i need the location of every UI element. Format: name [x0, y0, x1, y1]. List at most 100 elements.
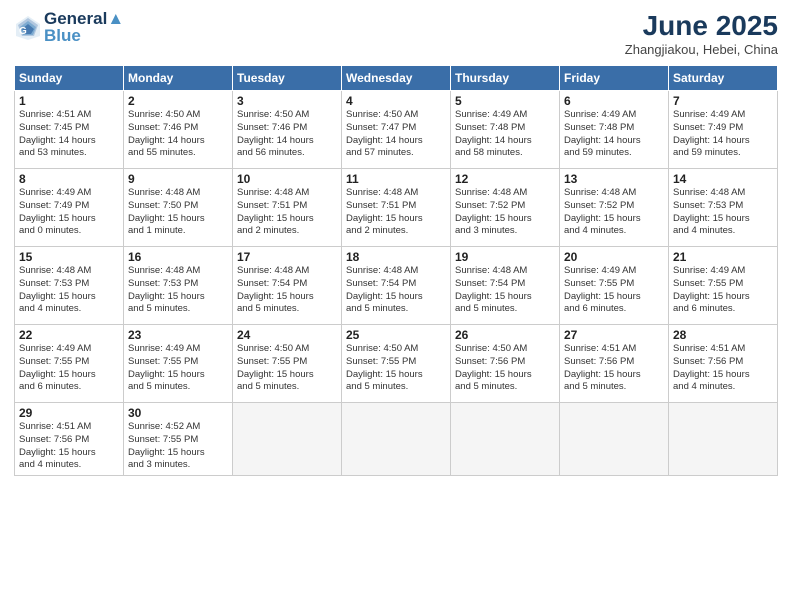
col-saturday: Saturday	[669, 66, 778, 91]
day-number: 26	[455, 328, 555, 342]
day-number: 12	[455, 172, 555, 186]
cell-info: Sunrise: 4:51 AMSunset: 7:56 PMDaylight:…	[673, 343, 750, 392]
page: G General▲ Blue June 2025 Zhangjiakou, H…	[0, 0, 792, 612]
location: Zhangjiakou, Hebei, China	[625, 42, 778, 57]
table-row: 23Sunrise: 4:49 AMSunset: 7:55 PMDayligh…	[124, 325, 233, 403]
day-number: 1	[19, 94, 119, 108]
col-wednesday: Wednesday	[342, 66, 451, 91]
cell-info: Sunrise: 4:49 AMSunset: 7:48 PMDaylight:…	[455, 109, 532, 158]
title-block: June 2025 Zhangjiakou, Hebei, China	[625, 10, 778, 57]
calendar-row: 1Sunrise: 4:51 AMSunset: 7:45 PMDaylight…	[15, 91, 778, 169]
day-number: 13	[564, 172, 664, 186]
table-row: 19Sunrise: 4:48 AMSunset: 7:54 PMDayligh…	[451, 247, 560, 325]
header: G General▲ Blue June 2025 Zhangjiakou, H…	[14, 10, 778, 57]
day-number: 17	[237, 250, 337, 264]
calendar-row: 22Sunrise: 4:49 AMSunset: 7:55 PMDayligh…	[15, 325, 778, 403]
cell-info: Sunrise: 4:49 AMSunset: 7:55 PMDaylight:…	[19, 343, 96, 392]
table-row: 16Sunrise: 4:48 AMSunset: 7:53 PMDayligh…	[124, 247, 233, 325]
logo-icon: G	[14, 14, 42, 42]
cell-info: Sunrise: 4:48 AMSunset: 7:53 PMDaylight:…	[128, 265, 205, 314]
table-row: 17Sunrise: 4:48 AMSunset: 7:54 PMDayligh…	[233, 247, 342, 325]
cell-info: Sunrise: 4:49 AMSunset: 7:49 PMDaylight:…	[19, 187, 96, 236]
cell-info: Sunrise: 4:48 AMSunset: 7:50 PMDaylight:…	[128, 187, 205, 236]
table-row: 1Sunrise: 4:51 AMSunset: 7:45 PMDaylight…	[15, 91, 124, 169]
col-sunday: Sunday	[15, 66, 124, 91]
table-row: 25Sunrise: 4:50 AMSunset: 7:55 PMDayligh…	[342, 325, 451, 403]
month-title: June 2025	[625, 10, 778, 42]
table-row	[342, 403, 451, 476]
table-row: 5Sunrise: 4:49 AMSunset: 7:48 PMDaylight…	[451, 91, 560, 169]
day-number: 29	[19, 406, 119, 420]
logo-text: General▲ Blue	[44, 10, 124, 45]
table-row: 13Sunrise: 4:48 AMSunset: 7:52 PMDayligh…	[560, 169, 669, 247]
cell-info: Sunrise: 4:48 AMSunset: 7:51 PMDaylight:…	[346, 187, 423, 236]
table-row: 4Sunrise: 4:50 AMSunset: 7:47 PMDaylight…	[342, 91, 451, 169]
calendar-row: 29Sunrise: 4:51 AMSunset: 7:56 PMDayligh…	[15, 403, 778, 476]
cell-info: Sunrise: 4:52 AMSunset: 7:55 PMDaylight:…	[128, 421, 205, 470]
col-monday: Monday	[124, 66, 233, 91]
table-row	[451, 403, 560, 476]
calendar-row: 8Sunrise: 4:49 AMSunset: 7:49 PMDaylight…	[15, 169, 778, 247]
table-row: 8Sunrise: 4:49 AMSunset: 7:49 PMDaylight…	[15, 169, 124, 247]
cell-info: Sunrise: 4:51 AMSunset: 7:45 PMDaylight:…	[19, 109, 96, 158]
cell-info: Sunrise: 4:50 AMSunset: 7:46 PMDaylight:…	[128, 109, 205, 158]
cell-info: Sunrise: 4:48 AMSunset: 7:54 PMDaylight:…	[346, 265, 423, 314]
day-number: 2	[128, 94, 228, 108]
table-row: 24Sunrise: 4:50 AMSunset: 7:55 PMDayligh…	[233, 325, 342, 403]
cell-info: Sunrise: 4:48 AMSunset: 7:53 PMDaylight:…	[673, 187, 750, 236]
col-thursday: Thursday	[451, 66, 560, 91]
day-number: 22	[19, 328, 119, 342]
table-row: 3Sunrise: 4:50 AMSunset: 7:46 PMDaylight…	[233, 91, 342, 169]
table-row: 6Sunrise: 4:49 AMSunset: 7:48 PMDaylight…	[560, 91, 669, 169]
table-row: 28Sunrise: 4:51 AMSunset: 7:56 PMDayligh…	[669, 325, 778, 403]
day-number: 27	[564, 328, 664, 342]
table-row	[669, 403, 778, 476]
table-row: 27Sunrise: 4:51 AMSunset: 7:56 PMDayligh…	[560, 325, 669, 403]
logo: G General▲ Blue	[14, 10, 124, 45]
day-number: 20	[564, 250, 664, 264]
cell-info: Sunrise: 4:51 AMSunset: 7:56 PMDaylight:…	[19, 421, 96, 470]
day-number: 25	[346, 328, 446, 342]
cell-info: Sunrise: 4:50 AMSunset: 7:55 PMDaylight:…	[237, 343, 314, 392]
svg-text:G: G	[19, 26, 27, 37]
calendar-header-row: Sunday Monday Tuesday Wednesday Thursday…	[15, 66, 778, 91]
table-row: 18Sunrise: 4:48 AMSunset: 7:54 PMDayligh…	[342, 247, 451, 325]
cell-info: Sunrise: 4:51 AMSunset: 7:56 PMDaylight:…	[564, 343, 641, 392]
cell-info: Sunrise: 4:48 AMSunset: 7:51 PMDaylight:…	[237, 187, 314, 236]
table-row: 15Sunrise: 4:48 AMSunset: 7:53 PMDayligh…	[15, 247, 124, 325]
table-row: 2Sunrise: 4:50 AMSunset: 7:46 PMDaylight…	[124, 91, 233, 169]
table-row: 7Sunrise: 4:49 AMSunset: 7:49 PMDaylight…	[669, 91, 778, 169]
day-number: 19	[455, 250, 555, 264]
day-number: 9	[128, 172, 228, 186]
col-tuesday: Tuesday	[233, 66, 342, 91]
cell-info: Sunrise: 4:50 AMSunset: 7:56 PMDaylight:…	[455, 343, 532, 392]
cell-info: Sunrise: 4:49 AMSunset: 7:48 PMDaylight:…	[564, 109, 641, 158]
table-row: 11Sunrise: 4:48 AMSunset: 7:51 PMDayligh…	[342, 169, 451, 247]
cell-info: Sunrise: 4:50 AMSunset: 7:47 PMDaylight:…	[346, 109, 423, 158]
table-row: 26Sunrise: 4:50 AMSunset: 7:56 PMDayligh…	[451, 325, 560, 403]
table-row: 10Sunrise: 4:48 AMSunset: 7:51 PMDayligh…	[233, 169, 342, 247]
table-row: 30Sunrise: 4:52 AMSunset: 7:55 PMDayligh…	[124, 403, 233, 476]
day-number: 24	[237, 328, 337, 342]
day-number: 21	[673, 250, 773, 264]
day-number: 8	[19, 172, 119, 186]
day-number: 28	[673, 328, 773, 342]
cell-info: Sunrise: 4:50 AMSunset: 7:55 PMDaylight:…	[346, 343, 423, 392]
day-number: 4	[346, 94, 446, 108]
table-row	[233, 403, 342, 476]
cell-info: Sunrise: 4:48 AMSunset: 7:54 PMDaylight:…	[237, 265, 314, 314]
day-number: 30	[128, 406, 228, 420]
table-row: 9Sunrise: 4:48 AMSunset: 7:50 PMDaylight…	[124, 169, 233, 247]
table-row: 12Sunrise: 4:48 AMSunset: 7:52 PMDayligh…	[451, 169, 560, 247]
day-number: 5	[455, 94, 555, 108]
cell-info: Sunrise: 4:48 AMSunset: 7:53 PMDaylight:…	[19, 265, 96, 314]
day-number: 10	[237, 172, 337, 186]
table-row: 21Sunrise: 4:49 AMSunset: 7:55 PMDayligh…	[669, 247, 778, 325]
calendar: Sunday Monday Tuesday Wednesday Thursday…	[14, 65, 778, 476]
cell-info: Sunrise: 4:49 AMSunset: 7:55 PMDaylight:…	[564, 265, 641, 314]
calendar-row: 15Sunrise: 4:48 AMSunset: 7:53 PMDayligh…	[15, 247, 778, 325]
col-friday: Friday	[560, 66, 669, 91]
day-number: 6	[564, 94, 664, 108]
cell-info: Sunrise: 4:48 AMSunset: 7:52 PMDaylight:…	[564, 187, 641, 236]
cell-info: Sunrise: 4:48 AMSunset: 7:52 PMDaylight:…	[455, 187, 532, 236]
